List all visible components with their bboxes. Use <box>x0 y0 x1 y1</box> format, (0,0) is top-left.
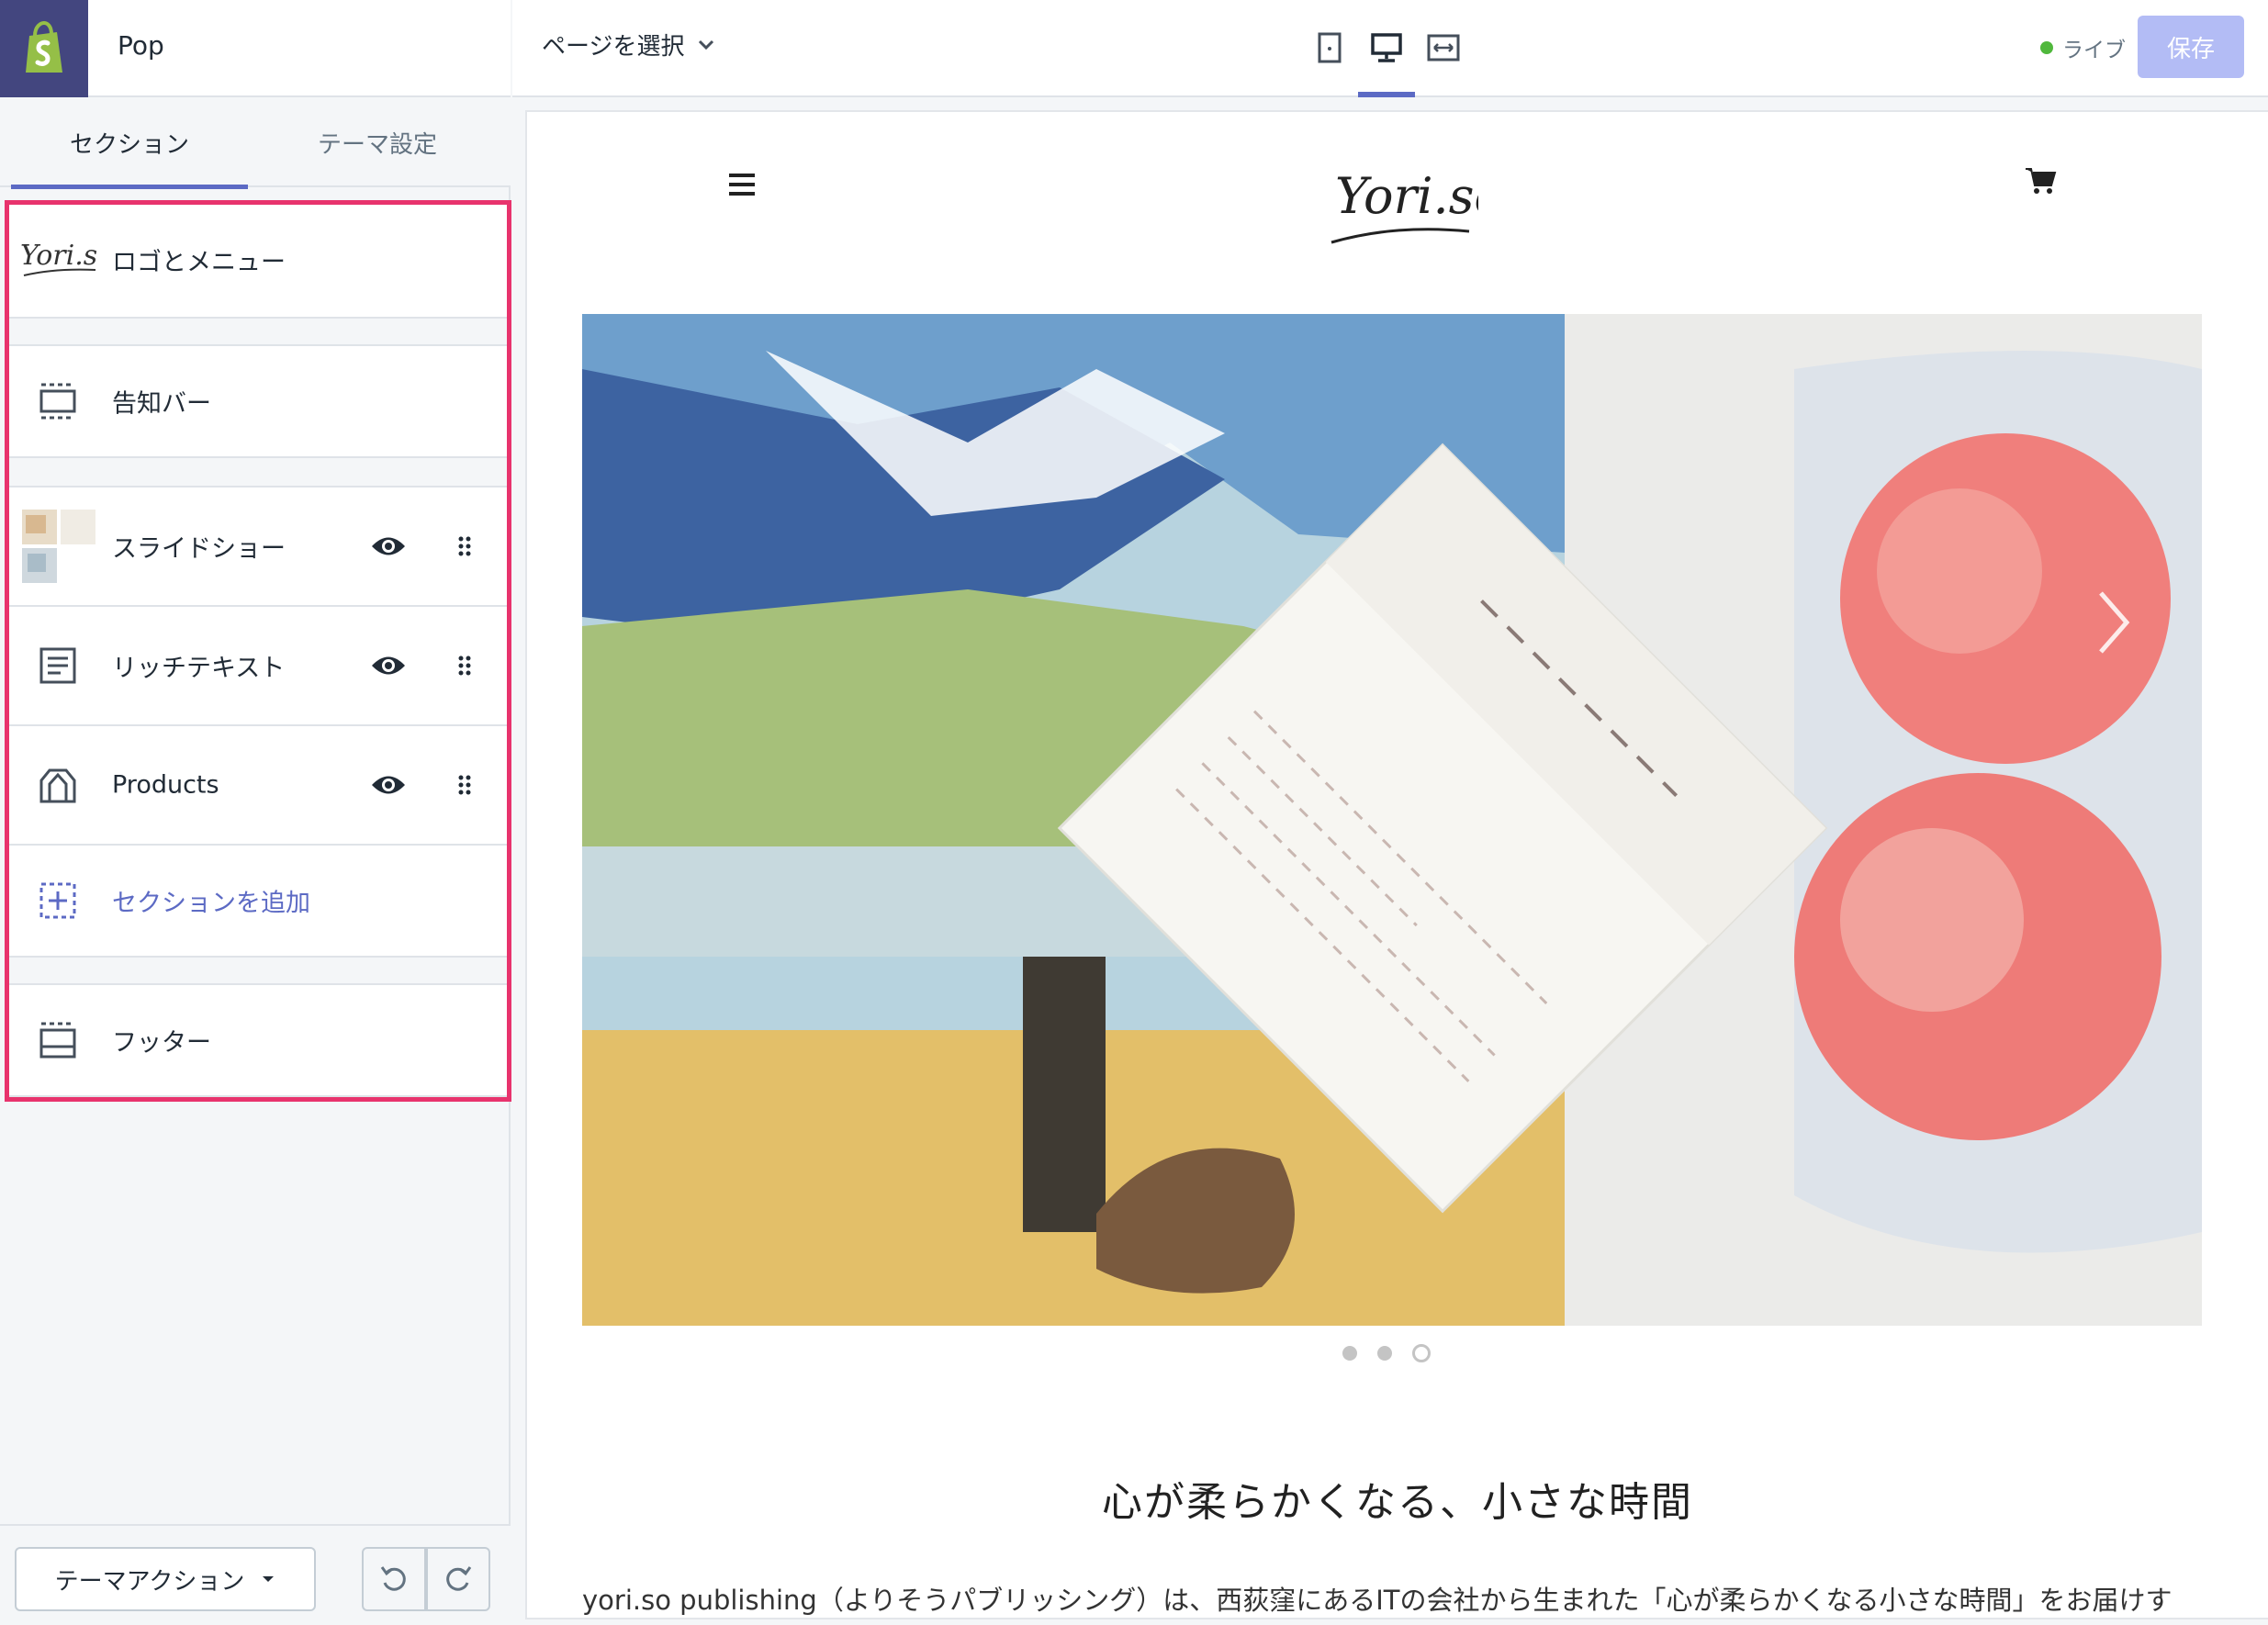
undo-button[interactable] <box>362 1547 426 1611</box>
live-status-label: ライブ <box>2062 39 2126 62</box>
redo-button[interactable] <box>426 1547 490 1611</box>
store-name: Pop <box>118 30 164 61</box>
undo-icon <box>380 1566 406 1591</box>
slideshow-image <box>582 314 2202 1326</box>
store-logo-text: Yori.so <box>1335 167 1478 225</box>
sidebar: Pop セクション テーマ設定 Yori.s ロゴとメニュー 告知バー スライド… <box>0 0 511 1625</box>
sidebar-footer: テーマアクション <box>0 1524 511 1625</box>
section-list: Yori.s ロゴとメニュー 告知バー スライドショー リッチテキスト Prod… <box>7 201 509 1099</box>
section-item-label: スライドショー <box>112 534 286 564</box>
theme-actions-button[interactable]: テーマアクション <box>15 1547 316 1611</box>
section-item-header[interactable]: Yori.s ロゴとメニュー <box>7 201 509 319</box>
caret-down-icon <box>263 1576 275 1582</box>
section-item-rich-text[interactable]: リッチテキスト <box>7 605 509 726</box>
mobile-view-button[interactable] <box>1304 22 1355 73</box>
section-item-label: 告知バー <box>112 389 211 419</box>
add-section-button[interactable]: セクションを追加 <box>7 844 509 958</box>
section-item-label: Products <box>112 770 219 800</box>
section-item-slideshow[interactable]: スライドショー <box>7 486 509 607</box>
announcement-bar-icon <box>37 380 79 422</box>
products-collection-icon <box>37 764 79 806</box>
slideshow-pagination <box>1342 1344 1431 1362</box>
mobile-icon <box>1318 32 1342 63</box>
desktop-view-button[interactable] <box>1358 22 1415 97</box>
visibility-eye-icon[interactable] <box>371 534 406 558</box>
add-section-icon <box>37 880 79 922</box>
visibility-eye-icon[interactable] <box>371 654 406 678</box>
fullscreen-icon <box>1427 34 1460 62</box>
drag-handle-icon[interactable] <box>455 536 474 556</box>
add-section-label: セクションを追加 <box>112 889 310 918</box>
section-item-footer[interactable]: フッター <box>7 983 509 1097</box>
sidebar-tabs: セクション テーマ設定 <box>0 97 511 189</box>
slide-dot-active[interactable] <box>1412 1344 1431 1362</box>
cart-icon[interactable] <box>2024 165 2057 196</box>
hamburger-menu-icon[interactable] <box>727 173 757 196</box>
rich-text-body: yori.so publishing（よりそうパブリッシング）は、西荻窪にあるI… <box>582 1585 2173 1616</box>
chevron-down-icon <box>699 39 714 50</box>
drag-handle-icon[interactable] <box>455 656 474 676</box>
section-item-products[interactable]: Products <box>7 724 509 846</box>
store-logo[interactable]: Yori.so <box>1322 136 1478 255</box>
section-item-label: フッター <box>112 1028 211 1058</box>
store-logo-thumbnail: Yori.s <box>18 228 101 292</box>
rich-text-icon <box>37 644 79 687</box>
redo-icon <box>446 1566 472 1591</box>
save-button[interactable]: 保存 <box>2138 16 2244 78</box>
section-item-label: ロゴとメニュー <box>112 248 286 277</box>
slideshow-thumbnail <box>22 510 95 583</box>
tab-sections[interactable]: セクション <box>11 97 248 189</box>
slide-dot[interactable] <box>1342 1346 1357 1361</box>
tab-theme-settings[interactable]: テーマ設定 <box>259 97 496 187</box>
section-item-announcement-bar[interactable]: 告知バー <box>7 344 509 458</box>
storefront-preview: Yori.so <box>527 112 2268 1618</box>
footer-icon <box>37 1019 79 1061</box>
slideshow-artwork <box>582 314 2202 1326</box>
drag-handle-icon[interactable] <box>455 775 474 795</box>
desktop-icon <box>1371 33 1402 62</box>
page-select-label: ページを選択 <box>542 33 685 61</box>
section-item-label: リッチテキスト <box>112 654 286 683</box>
live-status-badge: ライブ <box>2040 32 2126 63</box>
slideshow-prev-arrow-icon[interactable] <box>536 589 573 656</box>
sidebar-header: Pop <box>0 0 511 97</box>
fullscreen-view-button[interactable] <box>1418 22 1469 73</box>
svg-text:Yori.s: Yori.s <box>20 240 97 272</box>
theme-actions-label: テーマアクション <box>54 1567 245 1596</box>
editor-topbar: ページを選択 ライブ 保存 <box>512 0 2268 97</box>
page-select-dropdown[interactable]: ページを選択 <box>542 28 715 62</box>
shopify-logo-icon[interactable] <box>0 0 88 97</box>
slideshow-next-arrow-icon[interactable] <box>2095 589 2132 656</box>
rich-text-heading: 心が柔らかくなる、小さな時間 <box>1102 1479 1693 1526</box>
live-status-dot <box>2040 41 2053 54</box>
slide-dot[interactable] <box>1377 1346 1392 1361</box>
visibility-eye-icon[interactable] <box>371 773 406 797</box>
